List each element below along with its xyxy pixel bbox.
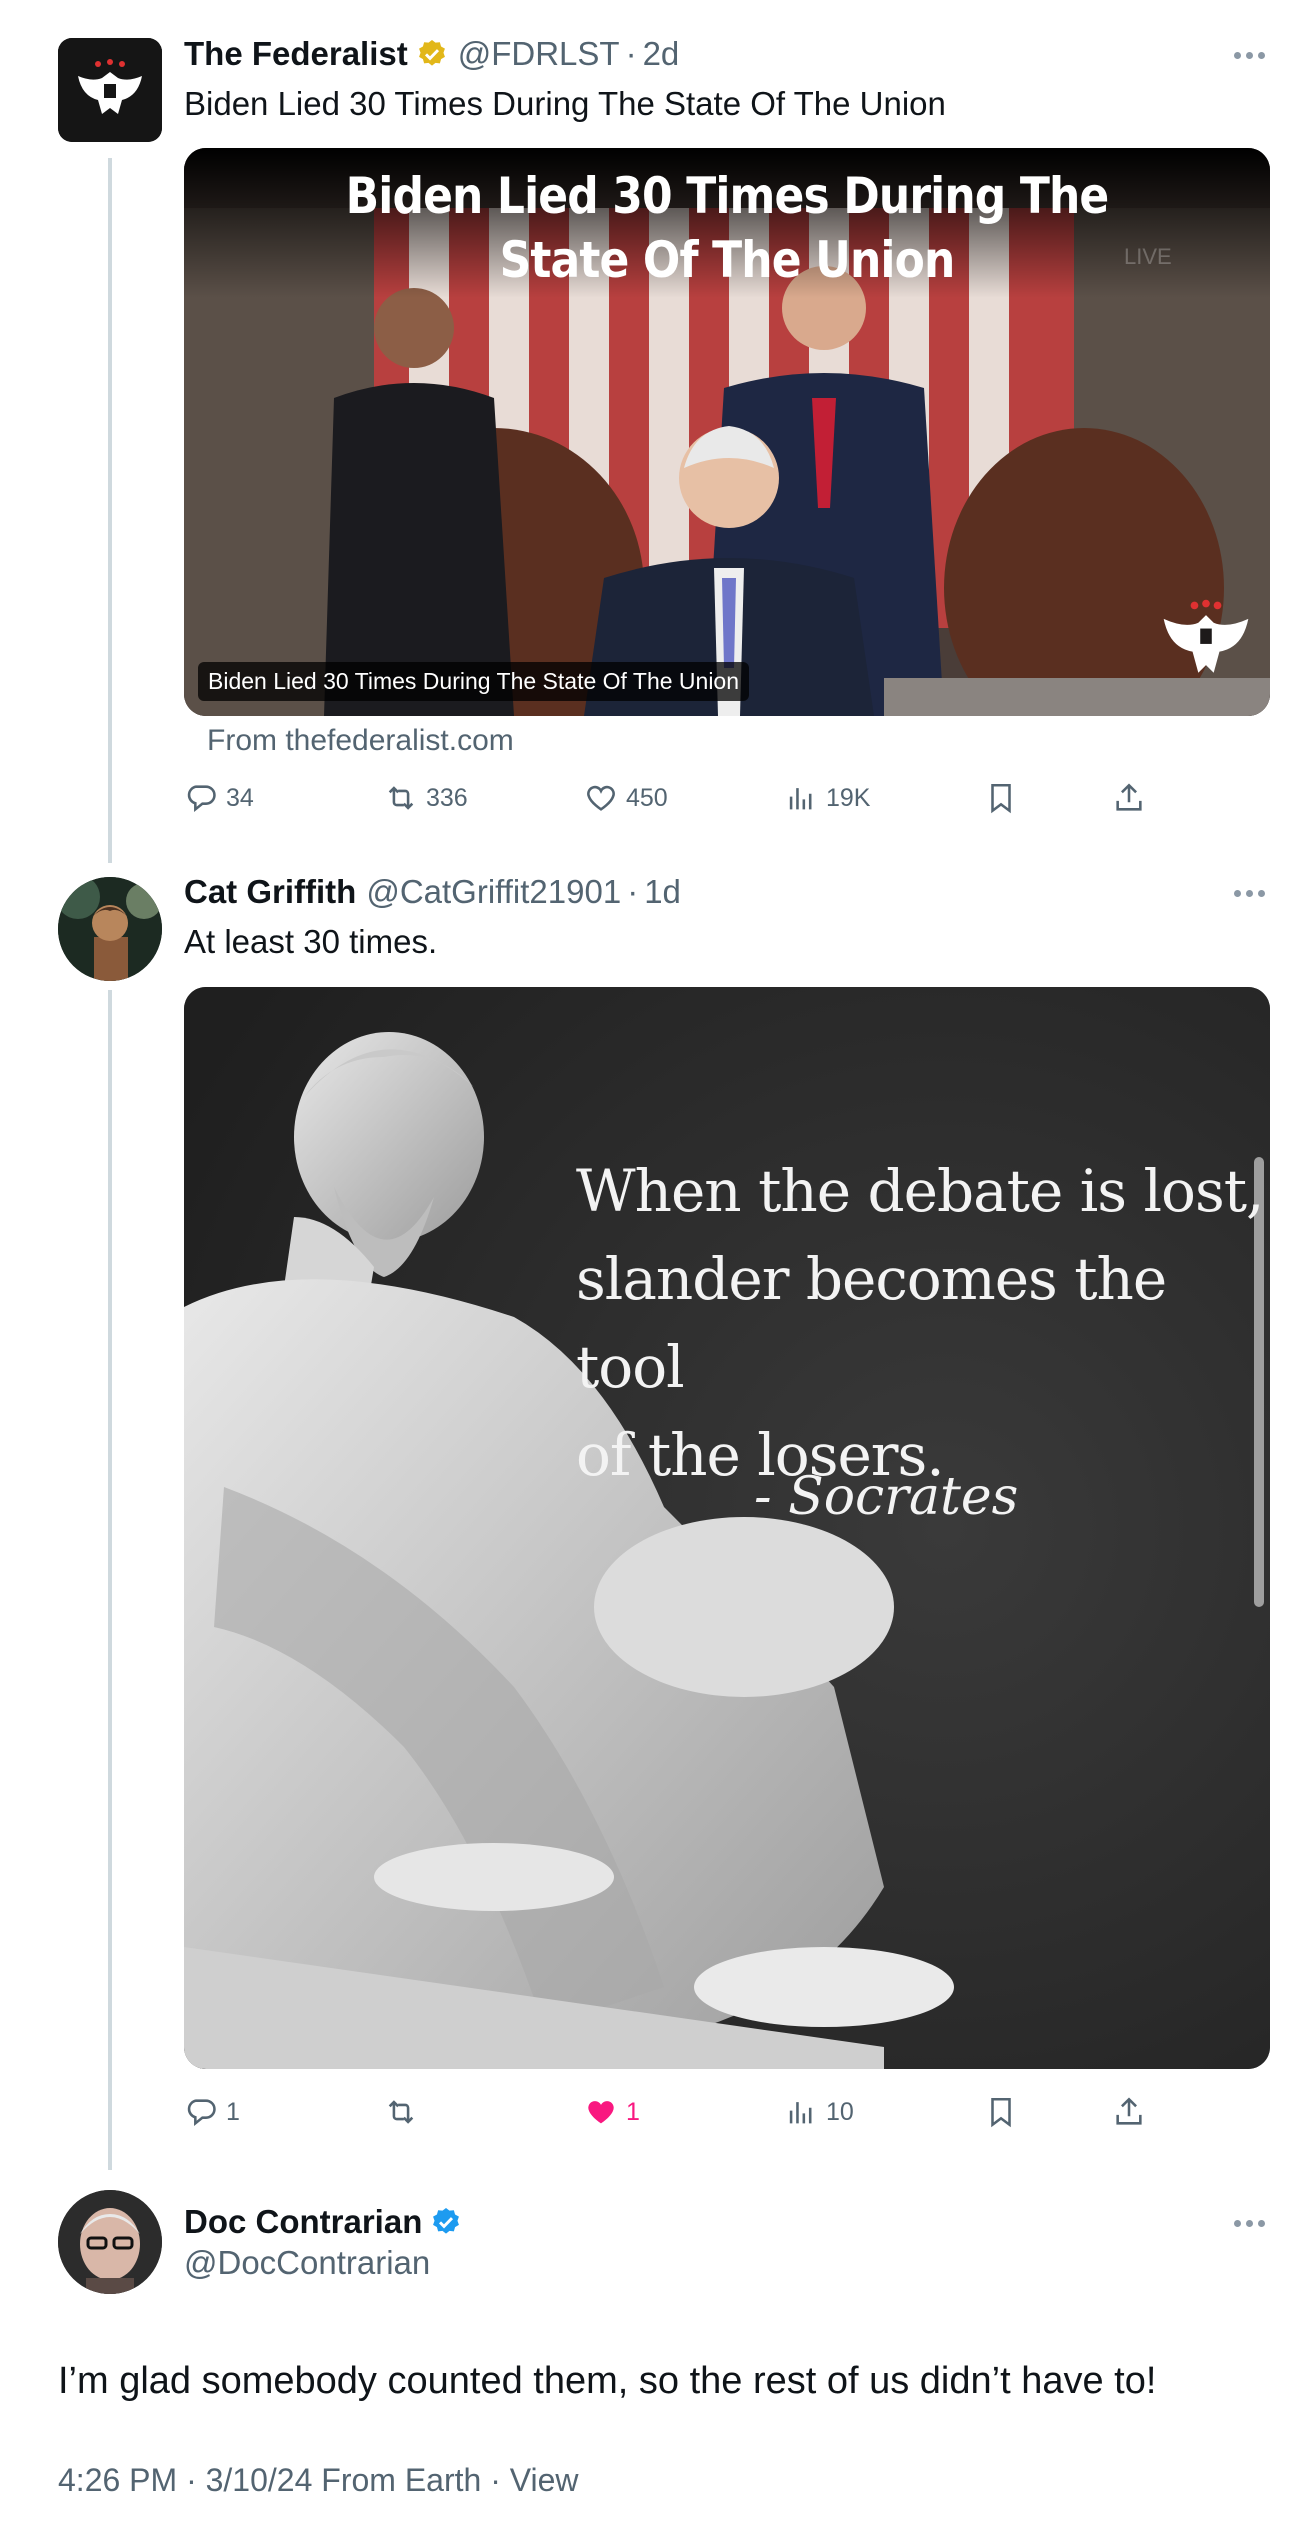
display-name[interactable]: The Federalist [184, 35, 408, 73]
share-button[interactable] [1112, 2090, 1146, 2134]
tweet-text: I’m glad somebody counted them, so the r… [58, 2360, 1157, 2402]
reply-button[interactable]: 1 [184, 2090, 240, 2134]
thread-line-1 [108, 158, 112, 863]
view-count: 19K [826, 783, 871, 812]
handle[interactable]: @CatGriffit21901 [366, 873, 621, 911]
bookmark-icon [991, 2097, 1011, 2128]
card-caption: Biden Lied 30 Times During The State Of … [198, 662, 750, 701]
like-button[interactable]: 1 [584, 2090, 640, 2134]
eagle-logo-icon [1163, 599, 1249, 673]
link-card-image[interactable]: Biden Lied 30 Times During The State Of … [184, 148, 1270, 716]
views-icon [789, 2102, 812, 2124]
tweet-actions: 1 1 10 [184, 2090, 1184, 2134]
share-icon [1116, 783, 1142, 811]
like-button[interactable]: 450 [584, 776, 668, 820]
more-icon[interactable] [1229, 48, 1269, 62]
avatar[interactable] [58, 2190, 162, 2294]
thread-line-2 [108, 990, 112, 2170]
like-count: 450 [626, 783, 668, 812]
tweet-actions: 34 336 450 19K [184, 776, 1184, 820]
quote-line-1: When the debate is lost, [576, 1157, 1264, 1225]
avatar-photo [58, 2190, 162, 2294]
reply-count: 1 [226, 2097, 240, 2126]
tweet-image[interactable]: When the debate is lost, slander becomes… [184, 987, 1270, 2069]
timestamp[interactable]: 1d [644, 873, 681, 911]
bookmark-icon [991, 783, 1011, 814]
repost-button[interactable]: 336 [384, 776, 468, 820]
tweet-text: Biden Lied 30 Times During The State Of … [184, 85, 946, 122]
reply-count: 34 [226, 783, 254, 812]
eagle-logo-icon [58, 38, 162, 142]
handle[interactable]: @FDRLST [458, 35, 620, 73]
separator: · [627, 873, 639, 910]
avatar[interactable] [58, 877, 162, 981]
more-icon[interactable] [1229, 886, 1269, 900]
repost-icon [388, 786, 414, 810]
view-count: 10 [826, 2097, 854, 2126]
views-button[interactable]: 19K [784, 776, 870, 820]
avatar[interactable] [58, 38, 162, 142]
like-icon [588, 2101, 614, 2124]
repost-icon [388, 2100, 414, 2124]
like-count: 1 [626, 2097, 640, 2126]
card-source[interactable]: From thefederalist.com [207, 724, 514, 758]
live-watermark: LIVE [1124, 244, 1172, 269]
timestamp[interactable]: 2d [643, 35, 680, 73]
share-button[interactable] [1112, 776, 1146, 820]
display-name[interactable]: Cat Griffith [184, 873, 356, 911]
quote-line-2: slander becomes the tool [576, 1245, 1167, 1401]
like-icon [587, 785, 615, 811]
bookmark-button[interactable] [984, 776, 1018, 820]
separator: · [625, 35, 637, 72]
reply-icon [187, 2099, 216, 2126]
card-headline: Biden Lied 30 Times During The State Of … [345, 167, 1110, 289]
views-icon [789, 788, 812, 810]
tweet-text: At least 30 times. [184, 923, 438, 960]
repost-button[interactable] [384, 2090, 426, 2134]
quote-attribution: - Socrates [754, 1467, 1019, 1527]
reply-button[interactable]: 34 [184, 776, 254, 820]
more-icon[interactable] [1229, 2216, 1269, 2230]
verified-badge-icon [433, 2208, 460, 2234]
tweet-footer[interactable]: 4:26 PM · 3/10/24 From Earth · View [58, 2462, 579, 2499]
views-button[interactable]: 10 [784, 2090, 854, 2134]
verified-badge-icon [418, 40, 445, 66]
handle[interactable]: @DocContrarian [184, 2244, 430, 2282]
bookmark-button[interactable] [984, 2090, 1018, 2134]
share-icon [1116, 2097, 1142, 2125]
repost-count: 336 [426, 783, 468, 812]
avatar-photo [58, 877, 162, 981]
quote-text: When the debate is lost, slander becomes… [576, 1147, 1270, 1499]
reply-icon [187, 785, 216, 812]
display-name[interactable]: Doc Contrarian [184, 2203, 422, 2241]
